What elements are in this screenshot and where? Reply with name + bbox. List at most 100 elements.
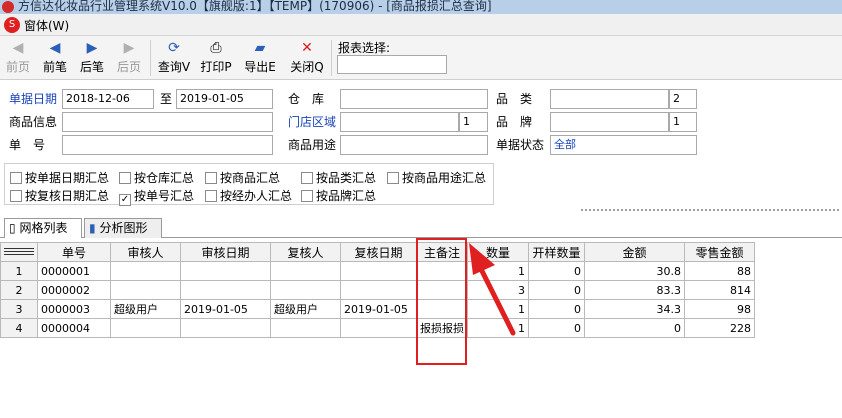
table-row[interactable]: 2 0000002 3 0 83.3 814 — [0, 280, 755, 300]
export-icon: ▰ — [254, 40, 266, 56]
grid-header-row: 单号 审核人 审核日期 复核人 复核日期 主备注 数量 开样数量 金额 零售金额 — [0, 242, 755, 262]
table-cell[interactable] — [270, 280, 341, 300]
query-label: 查询V — [157, 60, 191, 74]
table-cell[interactable]: 0 — [528, 299, 585, 319]
column-header[interactable]: 零售金额 — [684, 242, 755, 262]
table-row[interactable]: 3 0000003 超级用户 2019-01-05 超级用户 2019-01-0… — [0, 299, 755, 319]
store-area-input[interactable] — [340, 112, 459, 132]
table-cell[interactable]: 0000001 — [37, 261, 111, 281]
table-cell[interactable]: 0000002 — [37, 280, 111, 300]
table-row[interactable]: 1 0000001 1 0 30.8 88 — [0, 261, 755, 281]
table-cell[interactable]: 0 — [584, 318, 685, 338]
store-area-count: 1 — [459, 112, 488, 132]
category-input[interactable] — [550, 89, 669, 109]
tab-analysis-chart[interactable]: ▮ 分析图形 — [84, 218, 162, 238]
last-page-label: 后页 — [116, 60, 141, 74]
toolbar: ◀ 前页 ◀ 前笔 ▶ 后笔 ▶ 后页 ⟳ 查询V ⎙ 打印P ▰ 导出E ✕ … — [0, 36, 842, 80]
checkmark-icon: ✓ — [119, 194, 131, 206]
export-button[interactable]: ▰ 导出E — [242, 38, 278, 78]
doc-no-input[interactable] — [62, 135, 273, 155]
query-icon: ⟳ — [168, 40, 180, 56]
date-label[interactable]: 单据日期 — [9, 90, 57, 107]
last-page-button[interactable]: ▶ 后页 — [111, 38, 147, 78]
column-header[interactable]: 审核人 — [110, 242, 181, 262]
column-header[interactable]: 金额 — [584, 242, 685, 262]
splitter-grip[interactable] — [580, 208, 840, 213]
app-icon — [2, 1, 14, 13]
brand-input[interactable] — [550, 112, 669, 132]
checkbox-by-product[interactable]: 按商品汇总 — [205, 169, 280, 186]
table-cell[interactable]: 814 — [684, 280, 755, 300]
menu-bar: S 窗体(W) — [0, 14, 842, 36]
table-cell[interactable]: 88 — [684, 261, 755, 281]
print-button[interactable]: ⎙ 打印P — [198, 38, 234, 78]
checkbox-box — [205, 172, 217, 184]
table-cell[interactable]: 超级用户 — [110, 299, 181, 319]
table-cell[interactable] — [340, 318, 417, 338]
table-cell[interactable]: 98 — [684, 299, 755, 319]
column-header[interactable]: 审核日期 — [180, 242, 271, 262]
table-cell[interactable] — [270, 261, 341, 281]
table-cell[interactable] — [270, 318, 341, 338]
table-cell[interactable]: 超级用户 — [270, 299, 341, 319]
table-cell[interactable] — [180, 280, 271, 300]
query-button[interactable]: ⟳ 查询V — [156, 38, 192, 78]
warehouse-input[interactable] — [340, 89, 488, 109]
checkbox-by-doc-date[interactable]: 按单据日期汇总 — [10, 169, 109, 186]
checkbox-by-warehouse[interactable]: 按仓库汇总 — [119, 169, 194, 186]
table-cell[interactable]: 30.8 — [584, 261, 685, 281]
table-cell[interactable]: 2019-01-05 — [180, 299, 271, 319]
bar-chart-icon: ▮ — [89, 221, 96, 235]
table-cell[interactable]: 2019-01-05 — [340, 299, 417, 319]
date-to-label: 至 — [160, 92, 173, 106]
table-cell[interactable]: 0 — [528, 280, 585, 300]
date-to-input[interactable]: 2019-01-05 — [176, 89, 273, 109]
summary-options-group: 按单据日期汇总 按仓库汇总 按商品汇总 按品类汇总 按商品用途汇总 按复核日期汇… — [4, 163, 494, 206]
checkbox-by-doc-no[interactable]: ✓ 按单号汇总 — [119, 187, 194, 206]
grid-corner[interactable] — [0, 242, 38, 262]
table-cell[interactable]: 228 — [684, 318, 755, 338]
category-count: 2 — [669, 89, 697, 109]
checkbox-box — [387, 172, 399, 184]
product-use-input[interactable] — [340, 135, 488, 155]
column-header[interactable]: 开样数量 — [528, 242, 585, 262]
column-header[interactable]: 单号 — [37, 242, 111, 262]
table-cell[interactable] — [110, 318, 181, 338]
table-cell[interactable] — [340, 280, 417, 300]
previous-record-icon: ◀ — [49, 40, 61, 56]
checkbox-by-handler[interactable]: 按经办人汇总 — [205, 187, 292, 204]
table-cell[interactable] — [180, 261, 271, 281]
checkbox-by-review-date[interactable]: 按复核日期汇总 — [10, 187, 109, 204]
checkbox-box — [10, 172, 22, 184]
checkbox-by-category[interactable]: 按品类汇总 — [301, 169, 376, 186]
column-header[interactable]: 复核日期 — [340, 242, 417, 262]
product-use-label: 商品用途 — [288, 138, 337, 152]
checkbox-by-product-use[interactable]: 按商品用途汇总 — [387, 169, 486, 186]
window-title-bar: 方信达化妆品行业管理系统V10.0【旗舰版:1】【TEMP】(170906) -… — [0, 0, 842, 14]
menu-window[interactable]: 窗体(W) — [24, 17, 69, 34]
table-cell[interactable]: 34.3 — [584, 299, 685, 319]
product-info-input[interactable] — [62, 112, 273, 132]
table-cell[interactable] — [340, 261, 417, 281]
table-cell[interactable]: 0000004 — [37, 318, 111, 338]
row-number: 2 — [0, 280, 38, 300]
checkbox-by-brand[interactable]: 按品牌汇总 — [301, 187, 376, 204]
table-cell[interactable]: 0000003 — [37, 299, 111, 319]
tab-grid-list[interactable]: ▯ 网格列表 — [4, 218, 82, 239]
table-cell[interactable]: 0 — [528, 261, 585, 281]
report-select[interactable] — [337, 55, 447, 74]
table-cell[interactable]: 0 — [528, 318, 585, 338]
table-cell[interactable] — [180, 318, 271, 338]
date-from-input[interactable]: 2018-12-06 — [62, 89, 154, 109]
column-header[interactable]: 复核人 — [270, 242, 341, 262]
table-cell[interactable]: 83.3 — [584, 280, 685, 300]
view-tabs: ▯ 网格列表 ▮ 分析图形 — [0, 214, 842, 239]
store-area-label[interactable]: 门店区域 — [288, 113, 336, 130]
first-page-icon: ◀ — [12, 40, 24, 56]
doc-status-select[interactable]: 全部 — [550, 135, 697, 155]
table-cell[interactable] — [110, 261, 181, 281]
table-cell[interactable] — [110, 280, 181, 300]
close-button[interactable]: ✕ 关闭Q — [289, 38, 325, 78]
table-row[interactable]: 4 0000004 报损报损 1 0 0 228 — [0, 318, 755, 338]
brand-label: 品 牌 — [496, 115, 533, 129]
